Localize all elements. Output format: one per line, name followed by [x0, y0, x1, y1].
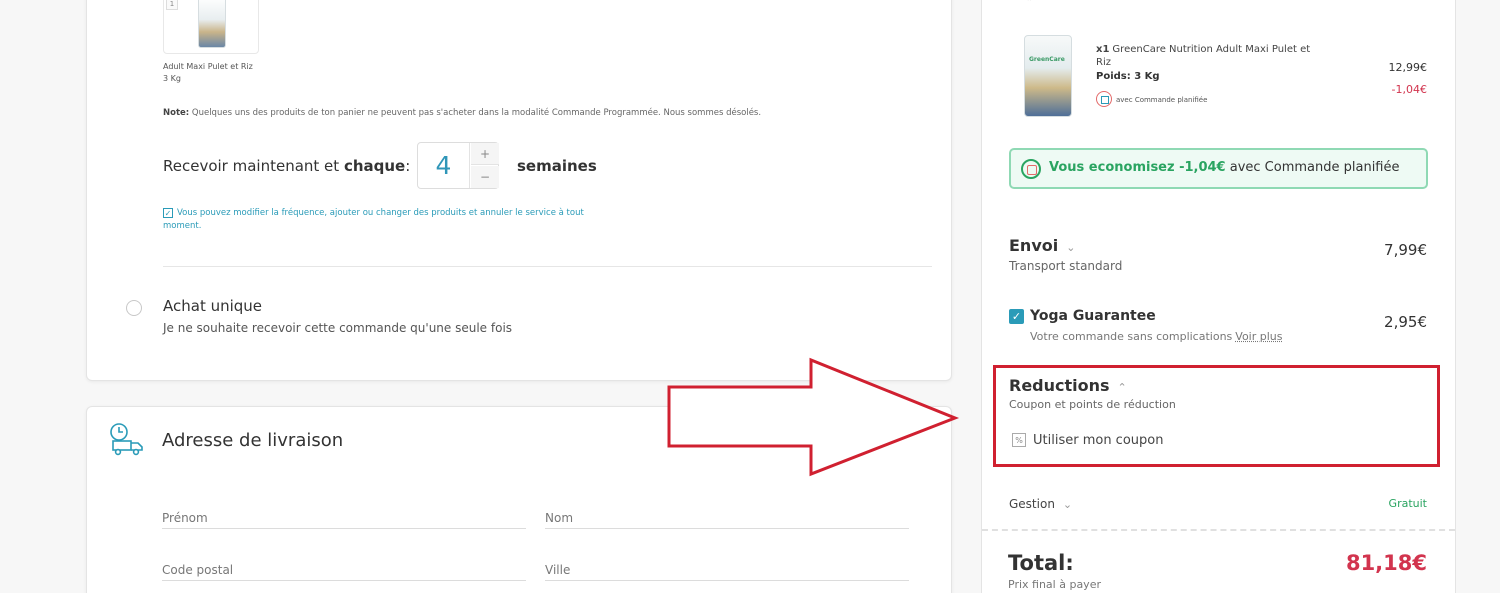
- order-summary: » GreenCare x1GreenCare Nutrition Adult …: [981, 0, 1456, 593]
- guarantee-checkbox[interactable]: ✓: [1009, 309, 1024, 324]
- total-value: 81,18€: [1345, 551, 1427, 575]
- item-index-badge: 1: [166, 0, 178, 10]
- handling-label: Gestion: [1009, 497, 1055, 511]
- frequency-decrement-button[interactable]: −: [471, 166, 499, 188]
- info-text: Vous pouvez modifier la fréquence, ajout…: [163, 208, 584, 231]
- see-more-link[interactable]: Voir plus: [1235, 330, 1282, 343]
- summary-product-image: GreenCare: [1024, 35, 1072, 117]
- item-plan: avec Commande planifiée: [1096, 91, 1207, 107]
- top-glyph: »: [1027, 0, 1033, 4]
- dashed-divider: [982, 529, 1455, 531]
- delivery-truck-icon: [110, 423, 143, 456]
- frequency-stepper[interactable]: 4 + −: [417, 142, 499, 189]
- chevron-down-icon: ⌄: [1066, 241, 1076, 254]
- divider: [163, 266, 932, 267]
- product-caption: Adult Maxi Pulet et Riz 3 Kg: [163, 61, 283, 85]
- total-label: Total:: [1008, 551, 1074, 575]
- one-time-description: Je ne souhaite recevoir cette commande q…: [163, 321, 513, 335]
- product-name: Adult Maxi Pulet et Riz: [163, 62, 253, 71]
- shipping-subtitle: Transport standard: [1009, 259, 1123, 273]
- first-name-field[interactable]: Prénom: [162, 507, 526, 529]
- chevron-down-icon: ⌄: [1062, 498, 1073, 511]
- one-time-title[interactable]: Achat unique: [163, 297, 262, 315]
- handling-value: Gratuit: [1388, 497, 1427, 510]
- shipping-toggle[interactable]: Envoi ⌄: [1009, 236, 1075, 255]
- guarantee-subtitle: Votre commande sans complications Voir pl…: [1030, 330, 1283, 343]
- total-subtitle: Prix final à payer: [1008, 578, 1101, 591]
- one-time-radio[interactable]: [126, 300, 142, 316]
- note-text: Note: Quelques uns des produits de ton p…: [163, 108, 761, 118]
- item-plan-label: avec Commande planifiée: [1116, 96, 1208, 104]
- postal-code-field[interactable]: Code postal: [162, 559, 526, 581]
- weeks-label: semaines: [517, 157, 597, 175]
- address-title: Adresse de livraison: [162, 430, 344, 451]
- guarantee-title: Yoga Guarantee: [1030, 308, 1156, 324]
- savings-icon: [1021, 159, 1041, 179]
- last-name-field[interactable]: Nom: [545, 507, 909, 529]
- receive-bold: chaque: [343, 157, 406, 175]
- savings-text: avec Commande planifiée: [1225, 160, 1400, 175]
- item-name: GreenCare Nutrition Adult Maxi Pulet et …: [1096, 44, 1311, 68]
- shipping-title: Envoi: [1009, 236, 1059, 255]
- note-body: Quelques uns des produits de ton panier …: [191, 108, 762, 118]
- savings-amount: Vous economisez -1,04€: [1049, 160, 1226, 175]
- check-icon: ✓: [163, 208, 173, 218]
- handling-toggle[interactable]: Gestion ⌄: [1009, 497, 1072, 511]
- item-quantity: x1: [1096, 44, 1110, 55]
- guarantee-text: Votre commande sans complications: [1030, 330, 1233, 343]
- receive-prefix: Recevoir maintenant et: [163, 157, 340, 175]
- note-label: Note:: [163, 108, 190, 118]
- city-field[interactable]: Ville: [545, 559, 909, 581]
- receive-label: Recevoir maintenant et chaque:: [163, 157, 410, 175]
- item-weight: Poids: 3 Kg: [1096, 71, 1160, 82]
- info-note: ✓ Vous pouvez modifier la fréquence, ajou…: [163, 207, 593, 233]
- receive-colon: :: [405, 157, 411, 175]
- product-bag-image: [198, 0, 226, 48]
- item-discount: -1,04€: [1391, 83, 1427, 96]
- item-price: 12,99€: [1388, 61, 1428, 74]
- frequency-value[interactable]: 4: [418, 143, 470, 188]
- annotation-arrow-icon: [667, 357, 960, 477]
- shipping-price: 7,99€: [1384, 241, 1427, 259]
- highlight-box: [993, 365, 1440, 467]
- savings-banner: Vous economisez -1,04€ avec Commande pla…: [1009, 148, 1428, 189]
- frequency-increment-button[interactable]: +: [471, 143, 499, 165]
- guarantee-price: 2,95€: [1384, 313, 1427, 331]
- subscription-card: 1 Adult Maxi Pulet et Riz 3 Kg Note: Que…: [86, 0, 952, 381]
- product-thumbnail: 1: [163, 0, 259, 54]
- summary-item-name: x1 GreenCare Nutrition Adult Maxi Pulet e…: [1096, 43, 1326, 69]
- product-weight: 3 Kg: [163, 74, 181, 83]
- scheduled-order-icon: [1096, 91, 1112, 107]
- bag-brand-label: GreenCare: [1029, 56, 1065, 63]
